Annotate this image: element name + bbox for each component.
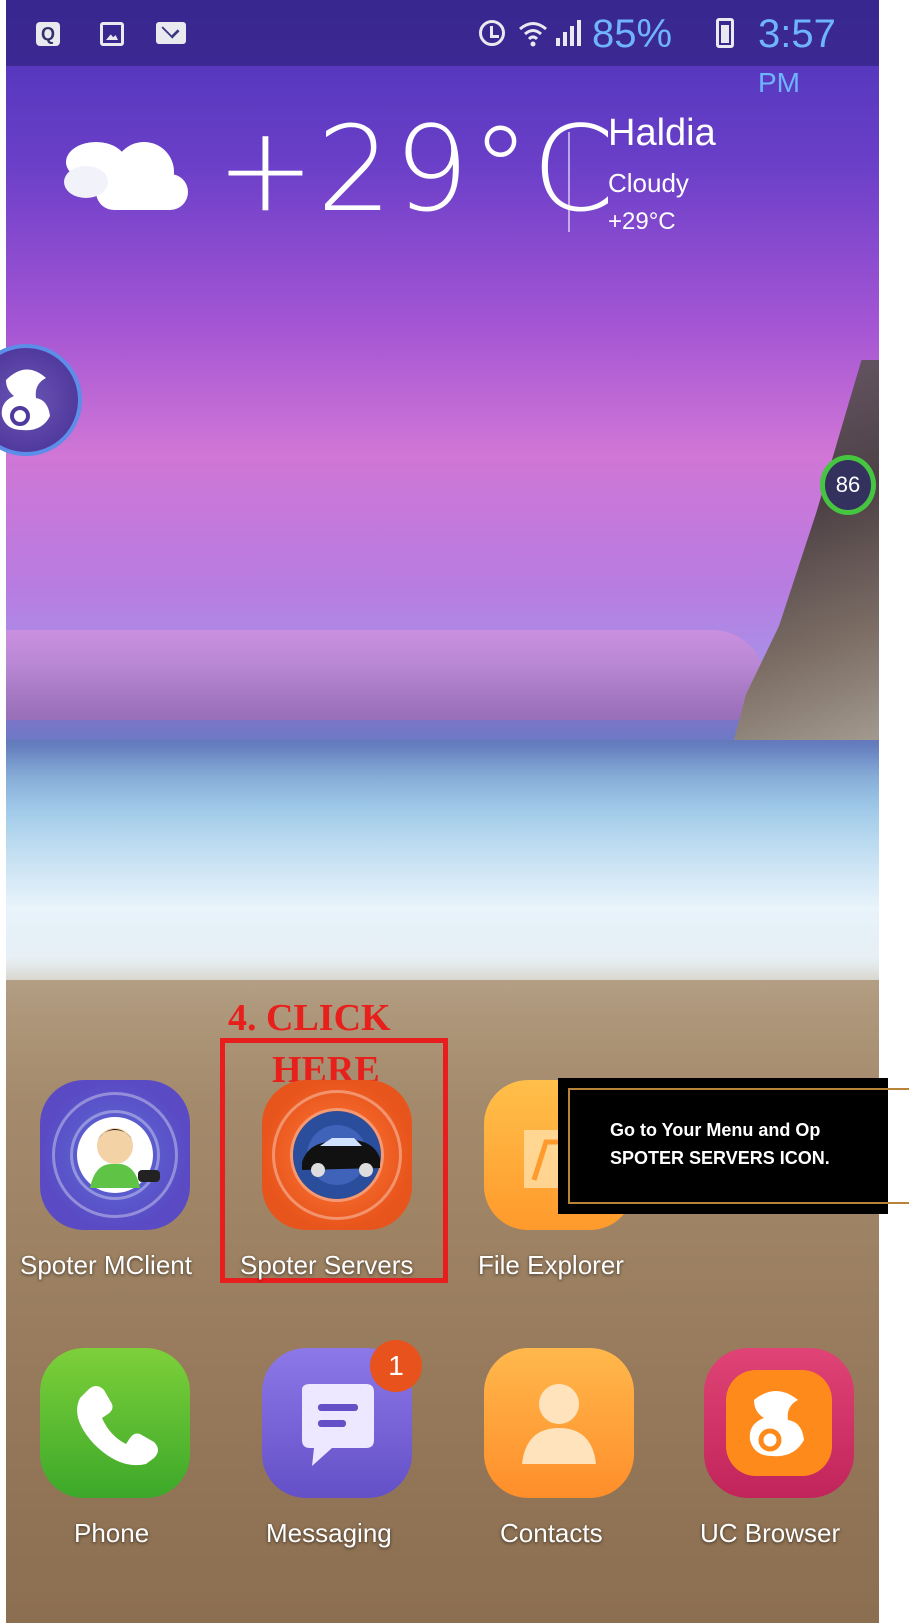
app-phone[interactable]: [40, 1348, 190, 1498]
weather-temperature[interactable]: +29°C: [216, 110, 616, 228]
battery-percent: 85%: [592, 12, 673, 56]
instruction-click-line1: 4. CLICK: [228, 997, 391, 1039]
squirrel-icon: [726, 1370, 832, 1476]
app-label-contacts[interactable]: Contacts: [500, 1518, 603, 1549]
cloud-weather-icon[interactable]: [56, 134, 196, 214]
status-bar[interactable]: Q 85% 3:57 PM: [6, 0, 879, 98]
clock: 3:57 PM: [758, 12, 879, 102]
q-notification-icon: Q: [36, 22, 60, 46]
clock-time: 3:57: [758, 12, 836, 56]
signal-strength-icon: [556, 20, 581, 46]
app-contacts[interactable]: [484, 1348, 634, 1498]
app-uc-browser[interactable]: [704, 1348, 854, 1498]
instruction-note-text: Go to Your Menu and Op SPOTER SERVERS IC…: [610, 1116, 909, 1172]
app-label-spoter-servers[interactable]: Spoter Servers: [240, 1250, 413, 1281]
gallery-notification-icon: [100, 22, 124, 46]
weather-city[interactable]: Haldia: [608, 112, 716, 155]
mail-notification-icon: [156, 22, 186, 44]
weather-divider: [568, 132, 570, 232]
app-label-spoter-mclient[interactable]: Spoter MClient: [20, 1250, 192, 1281]
person-icon: [522, 1384, 596, 1464]
battery-icon: [716, 18, 734, 48]
wallpaper-clouds: [6, 630, 766, 720]
weather-condition: Cloudy: [608, 168, 689, 198]
uc-browser-floating-icon[interactable]: [0, 344, 82, 456]
memory-booster-badge[interactable]: 86: [820, 455, 876, 515]
squirrel-icon: [1, 369, 50, 431]
phone-icon: [77, 1386, 158, 1466]
app-label-file-explorer[interactable]: File Explorer: [478, 1250, 624, 1281]
wallpaper-cliff: [734, 360, 879, 740]
app-label-uc-browser[interactable]: UC Browser: [700, 1518, 840, 1549]
unread-count-badge: 1: [370, 1340, 422, 1392]
app-label-phone[interactable]: Phone: [74, 1518, 149, 1549]
car-radar-icon: [293, 1111, 381, 1199]
wifi-icon: [519, 22, 547, 47]
alarm-icon: [479, 20, 505, 46]
person-avatar-icon: [77, 1117, 160, 1193]
weather-sub-temperature: +29°C: [608, 208, 676, 235]
app-spoter-mclient[interactable]: [40, 1080, 190, 1230]
app-label-messaging[interactable]: Messaging: [266, 1518, 392, 1549]
instruction-note: Go to Your Menu and Op SPOTER SERVERS IC…: [558, 1078, 909, 1214]
wallpaper-sea: [6, 740, 879, 980]
instruction-note-line2: SPOTER SERVERS ICON.: [610, 1148, 830, 1168]
app-spoter-servers[interactable]: [262, 1080, 412, 1230]
clock-ampm: PM: [758, 67, 800, 98]
instruction-note-line1: Go to Your Menu and Op: [610, 1120, 821, 1140]
